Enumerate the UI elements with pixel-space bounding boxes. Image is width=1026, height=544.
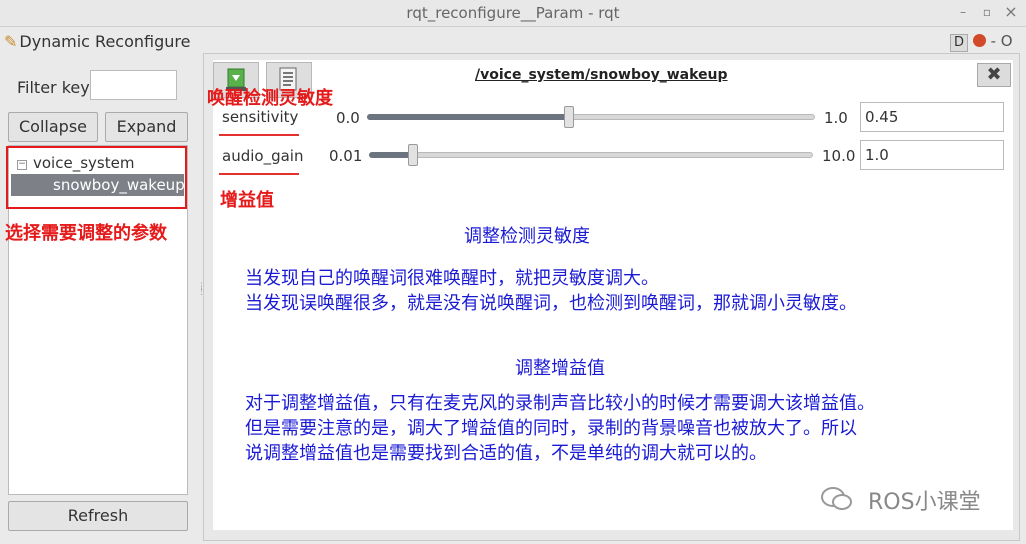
annotation-underline — [219, 134, 299, 136]
param-value-sensitivity[interactable]: 0.45 — [860, 102, 1004, 132]
minimize-button[interactable]: – — [956, 5, 970, 19]
help-icon[interactable] — [972, 34, 986, 47]
maximize-button[interactable]: ▫ — [980, 5, 994, 19]
plugin-title: ✎ Dynamic Reconfigure — [4, 32, 190, 51]
param-min-sensitivity: 0.0 — [336, 109, 360, 127]
filter-label: Filter key: — [17, 78, 94, 97]
param-value-audio-gain[interactable]: 1.0 — [860, 140, 1004, 170]
annotation-sensitivity: 唤醒检测灵敏度 — [207, 88, 333, 109]
annotation-box — [6, 146, 187, 209]
wechat-icon — [821, 487, 852, 510]
watermark-text: ROS小课堂 — [868, 490, 981, 515]
slider-handle-sensitivity[interactable] — [564, 106, 574, 128]
gain-text-2: 但是需要注意的是，调大了增益值的同时，录制的背景噪音也被放大了。所以 — [245, 418, 857, 439]
gain-heading: 调整增益值 — [515, 358, 605, 379]
close-icon: ✖ — [986, 64, 1002, 85]
window-titlebar: rqt_reconfigure__Param - rqt – ▫ × — [0, 0, 1026, 27]
param-max-sensitivity: 1.0 — [824, 109, 848, 127]
filter-key-input[interactable] — [90, 70, 177, 100]
gain-text-1: 对于调整增益值，只有在麦克风的录制声音比较小的时候才需要调大该增益值。 — [245, 393, 875, 414]
node-name: /voice_system/snowboy_wakeup — [475, 67, 728, 83]
sensitivity-heading: 调整检测灵敏度 — [464, 226, 590, 247]
slider-track-audio-gain[interactable] — [369, 152, 813, 158]
expand-all-button[interactable]: Expand all — [105, 112, 188, 164]
gain-text-3: 说调整增益值也是需要找到合适的值，不是单纯的调大就可以的。 — [245, 443, 767, 464]
annotation-gain: 增益值 — [220, 190, 274, 211]
annotation-underline — [219, 173, 299, 175]
param-name-audio-gain: audio_gain — [222, 147, 304, 165]
param-max-audio-gain: 10.0 — [822, 147, 856, 165]
slider-handle-audio-gain[interactable] — [408, 144, 418, 166]
param-name-sensitivity: sensitivity — [222, 108, 299, 126]
slider-fill-sensitivity — [367, 114, 569, 120]
slider-fill-audio-gain — [369, 152, 413, 158]
plugin-controls: D - O — [950, 32, 1013, 52]
close-node-button[interactable]: ✖ — [977, 63, 1011, 87]
window-title: rqt_reconfigure__Param - rqt — [406, 4, 620, 22]
plugin-title-text: Dynamic Reconfigure — [19, 32, 191, 51]
pencil-icon: ✎ — [4, 32, 18, 51]
param-min-audio-gain: 0.01 — [329, 147, 363, 165]
debug-badge[interactable]: D — [950, 34, 969, 52]
sensitivity-text-1: 当发现自己的唤醒词很难唤醒时，就把灵敏度调大。 — [245, 268, 659, 289]
refresh-button[interactable]: Refresh — [8, 501, 188, 531]
collapse-all-button[interactable]: Collapse all — [8, 112, 98, 164]
annotation-select-hint: 选择需要调整的参数 — [5, 223, 167, 244]
sensitivity-text-2: 当发现误唤醒很多，就是没有说唤醒词，也检测到唤醒词，那就调小灵敏度。 — [245, 293, 857, 314]
plugin-extra[interactable]: - O — [991, 32, 1013, 50]
close-window-button[interactable]: × — [1004, 4, 1018, 20]
